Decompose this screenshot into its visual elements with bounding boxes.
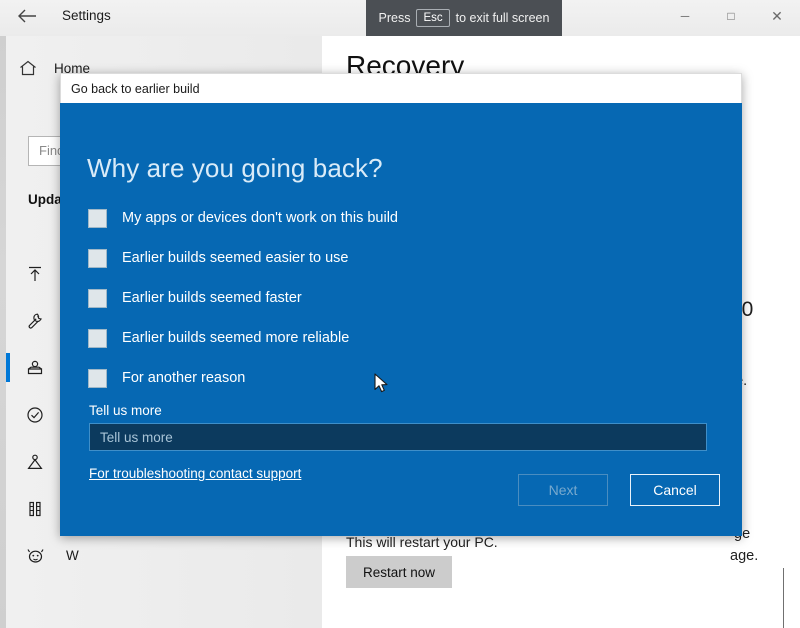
check-circle-activation-icon bbox=[20, 406, 50, 424]
tell-us-more-label: Tell us more bbox=[89, 403, 162, 418]
checkbox-icon[interactable] bbox=[88, 288, 107, 308]
reason-option-more-reliable[interactable]: Earlier builds seemed more reliable bbox=[88, 318, 688, 358]
wrench-troubleshoot-icon bbox=[20, 312, 50, 330]
dialog-body: Why are you going back? My apps or devic… bbox=[60, 103, 742, 536]
dialog-titlebar: Go back to earlier build bbox=[60, 73, 742, 103]
reason-option-another-reason[interactable]: For another reason bbox=[88, 358, 688, 398]
tell-us-more-input[interactable]: Tell us more bbox=[89, 423, 707, 451]
reason-option-label: For another reason bbox=[122, 370, 246, 386]
backup-icon bbox=[20, 265, 50, 283]
back-arrow-icon[interactable] bbox=[14, 6, 40, 30]
toast-prefix-label: Press bbox=[378, 11, 411, 25]
tell-us-more-placeholder: Tell us more bbox=[100, 429, 173, 445]
reason-option-easier-to-use[interactable]: Earlier builds seemed easier to use bbox=[88, 238, 688, 278]
reason-option-apps-dont-work[interactable]: My apps or devices don't work on this bu… bbox=[88, 198, 688, 238]
dialog-title-label: Go back to earlier build bbox=[71, 81, 200, 96]
sidebar-item-label: W bbox=[66, 548, 79, 563]
reason-option-label: Earlier builds seemed faster bbox=[122, 290, 302, 306]
windows-insider-bug-icon bbox=[20, 548, 50, 564]
troubleshooting-support-link[interactable]: For troubleshooting contact support bbox=[89, 466, 301, 481]
toast-suffix-label: to exit full screen bbox=[455, 11, 550, 25]
checkbox-icon[interactable] bbox=[88, 208, 107, 228]
content-fragment-age: age. bbox=[730, 548, 759, 564]
reason-options-group: My apps or devices don't work on this bu… bbox=[88, 198, 688, 398]
window-controls: ─ □ ✕ bbox=[662, 0, 800, 32]
close-button[interactable]: ✕ bbox=[754, 0, 800, 32]
esc-key-badge: Esc bbox=[416, 9, 450, 27]
home-icon bbox=[18, 58, 38, 78]
dialog-button-row: Next Cancel bbox=[518, 474, 720, 506]
cancel-button[interactable]: Cancel bbox=[630, 474, 720, 506]
exit-fullscreen-toast: Press Esc to exit full screen bbox=[366, 0, 562, 36]
screen-root: Settings ─ □ ✕ Home Find Update W Recove… bbox=[0, 0, 800, 628]
restart-now-button[interactable]: Restart now bbox=[346, 556, 453, 588]
for-developers-icon bbox=[20, 500, 50, 518]
recovery-icon bbox=[20, 359, 50, 377]
find-my-device-icon bbox=[20, 453, 50, 471]
next-button[interactable]: Next bbox=[518, 474, 608, 506]
checkbox-icon[interactable] bbox=[88, 368, 107, 388]
reason-option-label: Earlier builds seemed easier to use bbox=[122, 250, 349, 266]
maximize-button[interactable]: □ bbox=[708, 0, 754, 32]
restart-note: This will restart your PC. bbox=[346, 534, 498, 550]
reason-option-label: Earlier builds seemed more reliable bbox=[122, 330, 350, 346]
reason-option-faster[interactable]: Earlier builds seemed faster bbox=[88, 278, 688, 318]
reason-option-label: My apps or devices don't work on this bu… bbox=[122, 210, 398, 226]
sidebar-item-windows-insider[interactable]: W bbox=[6, 532, 322, 579]
checkbox-icon[interactable] bbox=[88, 328, 107, 348]
content-divider bbox=[783, 568, 784, 628]
settings-window-title: Settings bbox=[62, 8, 111, 23]
checkbox-icon[interactable] bbox=[88, 248, 107, 268]
go-back-dialog: Go back to earlier build Why are you goi… bbox=[60, 73, 742, 536]
dialog-heading: Why are you going back? bbox=[87, 153, 383, 183]
minimize-button[interactable]: ─ bbox=[662, 0, 708, 32]
